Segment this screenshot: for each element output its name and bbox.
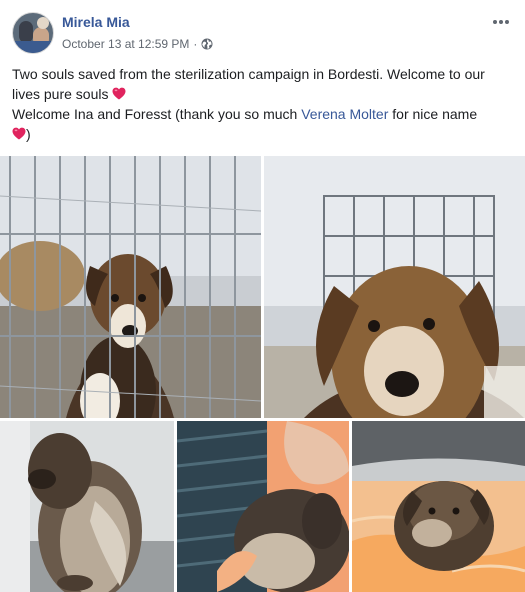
globe-icon[interactable] xyxy=(201,38,213,50)
post-text-line-2: Welcome Ina and Foresst (thank you so mu… xyxy=(12,104,512,144)
photo-puppy-fluffy-tail[interactable] xyxy=(0,421,174,592)
more-options-icon[interactable] xyxy=(489,12,513,32)
post-text-part-3: for nice name xyxy=(392,106,478,122)
post-text: Two souls saved from the sterilization c… xyxy=(12,64,512,144)
red-heart-icon xyxy=(112,85,126,100)
meta-separator: · xyxy=(193,37,198,51)
author-name[interactable]: Mirela Mia xyxy=(62,14,130,30)
photo-puppy-being-petted[interactable] xyxy=(177,421,349,592)
red-heart-icon xyxy=(12,125,26,140)
photo-grid xyxy=(0,156,525,592)
author-avatar[interactable] xyxy=(12,12,54,54)
post-text-end: ) xyxy=(26,126,31,142)
facebook-post: Mirela Mia October 13 at 12:59 PM · Two … xyxy=(0,0,525,592)
photo-puppy-closeup[interactable] xyxy=(264,156,525,418)
photo-puppy-in-crate[interactable] xyxy=(0,156,261,418)
post-text-line-1: Two souls saved from the sterilization c… xyxy=(12,64,512,104)
post-meta: October 13 at 12:59 PM · xyxy=(62,37,213,51)
post-timestamp[interactable]: October 13 at 12:59 PM xyxy=(62,37,189,51)
mention-link[interactable]: Verena Molter xyxy=(301,106,388,122)
post-text-part-2: Welcome Ina and Foresst (thank you so mu… xyxy=(12,106,298,122)
post-text-part-1: Two souls saved from the sterilization c… xyxy=(12,66,485,102)
post-header: Mirela Mia October 13 at 12:59 PM · xyxy=(12,12,513,56)
photo-puppy-on-blanket[interactable] xyxy=(352,421,525,592)
